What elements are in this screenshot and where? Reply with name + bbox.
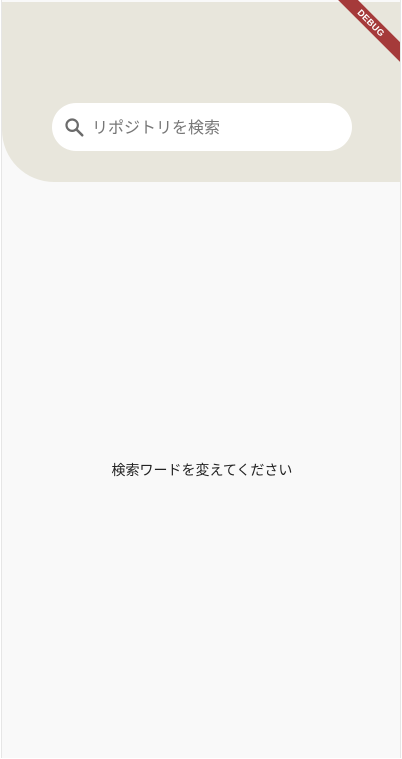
- app-screen: 検索ワードを変えてください DEBUG: [1, 0, 401, 758]
- search-bar[interactable]: [52, 103, 352, 151]
- search-input[interactable]: [92, 103, 352, 151]
- empty-state-message: 検索ワードを変えてください: [111, 463, 293, 479]
- search-icon: [62, 115, 86, 139]
- header: [2, 2, 400, 182]
